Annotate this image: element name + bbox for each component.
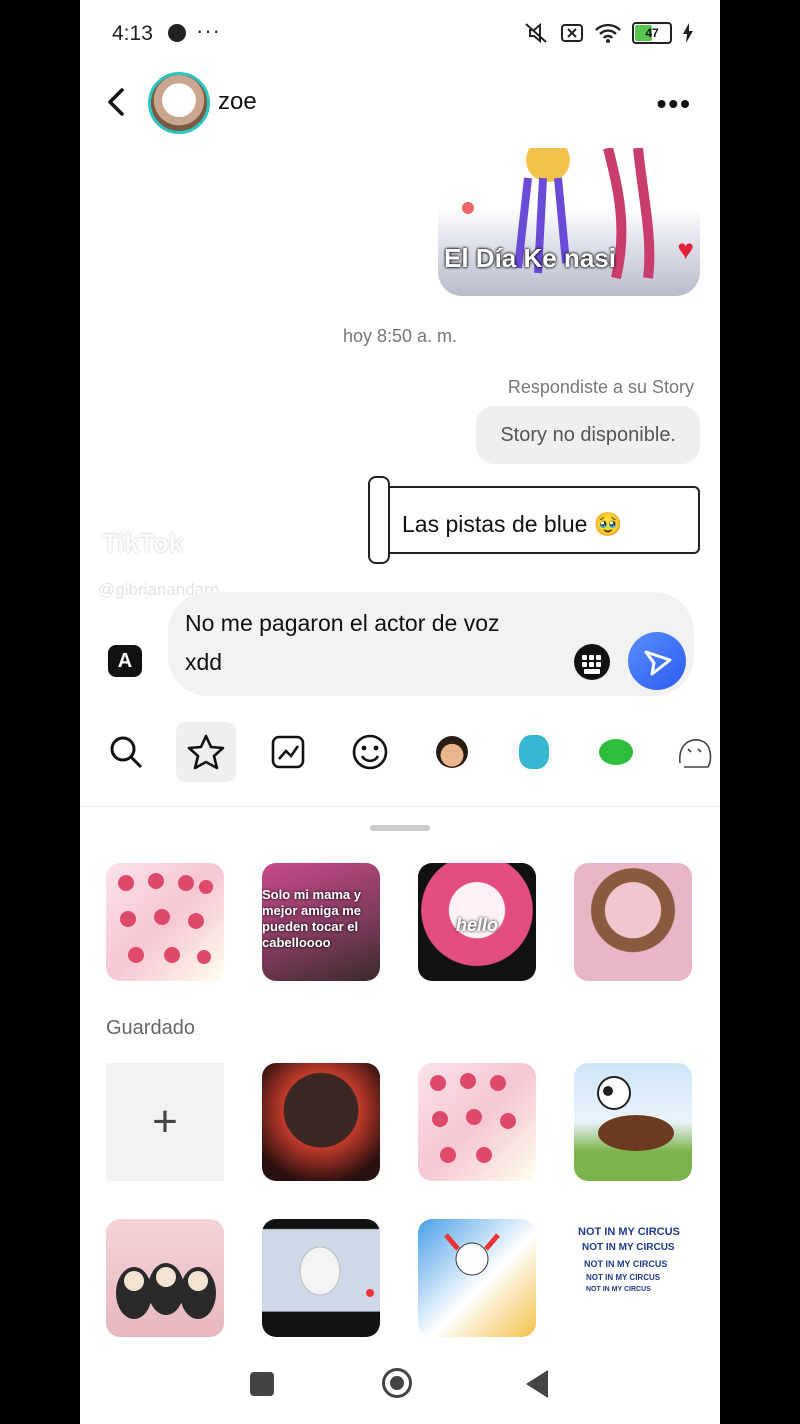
story-caption: El Día Ke nasi xyxy=(444,243,616,273)
charging-icon xyxy=(683,23,693,43)
reply-note: Respondiste a su Story xyxy=(507,377,694,397)
message-input[interactable]: No me pagaron el actor de voz xdd xyxy=(168,592,694,696)
message-timestamp: hoy 8:50 a. m. xyxy=(342,326,458,346)
system-nav-bar xyxy=(80,1360,720,1424)
nav-back-button[interactable] xyxy=(526,1370,548,1398)
send-icon xyxy=(644,650,672,676)
sticker-strawberry-group-2[interactable] xyxy=(418,1063,536,1181)
gumball-sticker-tab[interactable] xyxy=(504,722,564,782)
emoji-icon[interactable] xyxy=(340,722,400,782)
sticker-talking-angela[interactable] xyxy=(262,1219,380,1337)
sticker-hello-text: hello xyxy=(455,915,498,935)
sticker-strawberry-group[interactable] xyxy=(106,863,224,981)
status-icons: 47 xyxy=(524,22,694,44)
sticker-tabs xyxy=(80,722,720,786)
sticker-circus-pomni[interactable] xyxy=(418,1219,536,1337)
message-input-line-2: xdd xyxy=(185,649,223,675)
circus-text-2: NOT IN MY CIRCUS xyxy=(582,1242,675,1253)
star-icon[interactable] xyxy=(176,722,236,782)
more-options-icon[interactable]: ••• xyxy=(657,88,692,120)
message-input-line-1: No me pagaron el actor de voz xyxy=(185,610,500,636)
text-style-button[interactable]: A xyxy=(108,645,142,677)
keyboard-icon[interactable] xyxy=(574,644,610,680)
chat-header: zoe ••• xyxy=(80,68,720,138)
scroll-curl xyxy=(368,476,390,564)
story-unavailable-bubble: Story no disponible. xyxy=(476,406,700,464)
send-button[interactable] xyxy=(628,632,686,690)
sticker-mama-meme[interactable]: Solo mi mama y mejor amiga me pueden toc… xyxy=(262,863,380,981)
trending-icon[interactable] xyxy=(258,722,318,782)
no-sim-icon xyxy=(561,24,583,42)
sticker-mama-text: Solo mi mama y mejor amiga me pueden toc… xyxy=(262,887,361,950)
frog-sticker-tab[interactable] xyxy=(586,722,646,782)
sticker-not-in-my-circus[interactable]: NOT IN MY CIRCUS NOT IN MY CIRCUS NOT IN… xyxy=(574,1219,692,1337)
recents-button[interactable] xyxy=(250,1372,274,1396)
mute-icon xyxy=(525,22,547,44)
circus-text-5: NOT IN MY CIRCUS xyxy=(586,1286,651,1293)
sticker-penguins[interactable] xyxy=(106,1219,224,1337)
more-notifications-icon: ··· xyxy=(196,18,221,43)
circus-text-3: NOT IN MY CIRCUS xyxy=(584,1259,668,1269)
status-time: 4:13 xyxy=(112,22,153,45)
heart-icon: ♥ xyxy=(677,234,694,265)
back-arrow-icon[interactable] xyxy=(102,82,132,122)
add-sticker-button[interactable]: + xyxy=(106,1063,224,1181)
sticker-panel: Solo mi mama y mejor amiga me pueden toc… xyxy=(80,806,720,1367)
story-reply-image[interactable]: El Día Ke nasi ♥ xyxy=(438,148,700,296)
tiktok-watermark: TikTok xyxy=(102,528,184,558)
sticker-girl-pink[interactable] xyxy=(574,863,692,981)
sheet-handle[interactable] xyxy=(370,825,430,831)
status-bar: 4:13 ··· 47 xyxy=(80,0,720,68)
sketch-sticker-tab[interactable] xyxy=(668,722,720,782)
wifi-icon xyxy=(595,23,621,43)
sticker-horse-panda[interactable] xyxy=(574,1063,692,1181)
phone-screen: 4:13 ··· 47 zoe ••• El Día Ke nasi ♥ hoy… xyxy=(80,0,720,1424)
sent-message-bubble[interactable]: Las pistas de blue 🥹 xyxy=(368,476,700,564)
avatar-sticker-tab[interactable] xyxy=(422,722,482,782)
saved-section-label: Guardado xyxy=(106,1017,195,1039)
sticker-gorilla[interactable] xyxy=(262,1063,380,1181)
sent-message-text: Las pistas de blue 🥹 xyxy=(402,511,623,537)
battery-level: 47 xyxy=(645,26,659,40)
soccer-icon xyxy=(168,24,186,42)
contact-name[interactable]: zoe xyxy=(218,88,257,116)
message-input-text: No me pagaron el actor de voz xdd xyxy=(185,604,585,682)
circus-text-1: NOT IN MY CIRCUS xyxy=(578,1226,680,1238)
sticker-hello[interactable]: hello xyxy=(418,863,536,981)
battery-indicator: 47 xyxy=(632,22,672,44)
home-button[interactable] xyxy=(382,1368,412,1398)
search-icon[interactable] xyxy=(96,722,156,782)
avatar[interactable] xyxy=(148,72,210,134)
